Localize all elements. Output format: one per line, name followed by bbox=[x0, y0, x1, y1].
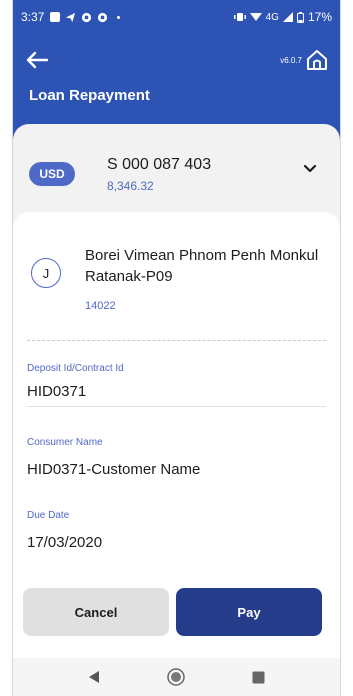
status-right: 4G 17% bbox=[233, 10, 332, 24]
account-selector[interactable]: USD S 000 087 403 8,346.32 bbox=[13, 124, 340, 212]
pay-button[interactable]: Pay bbox=[176, 588, 322, 636]
messenger-icon bbox=[98, 12, 108, 22]
customer-code: 14022 bbox=[85, 300, 116, 312]
field-value-deposit-id: HID0371 bbox=[27, 383, 87, 400]
signal-icon bbox=[282, 12, 293, 22]
account-balance: 8,346.32 bbox=[107, 179, 154, 193]
arrow-left-icon[interactable] bbox=[23, 48, 51, 72]
home-icon[interactable] bbox=[304, 47, 330, 73]
currency-badge: USD bbox=[29, 162, 75, 186]
account-number: S 000 087 403 bbox=[107, 156, 212, 173]
status-time: 3:37 bbox=[21, 10, 45, 24]
notification-icons bbox=[50, 12, 121, 23]
more-notifications-icon bbox=[117, 15, 121, 19]
field-value-due-date: 17/03/2020 bbox=[27, 534, 103, 551]
telegram-icon bbox=[66, 12, 76, 22]
app-bar: v6.0.7 Loan Repayment bbox=[13, 34, 340, 124]
page-title: Loan Repayment bbox=[29, 87, 150, 104]
circle-home-icon[interactable] bbox=[166, 667, 186, 687]
field-underline bbox=[27, 406, 326, 407]
app-version: v6.0.7 bbox=[280, 56, 302, 65]
field-label-consumer-name: Consumer Name bbox=[27, 437, 103, 448]
wifi-icon bbox=[249, 13, 262, 21]
phone-screen: 3:37 4G 17% v6.0.7 Loan Repayment USD S … bbox=[12, 0, 341, 696]
field-label-deposit-id: Deposit Id/Contract Id bbox=[27, 363, 124, 374]
avatar: J bbox=[31, 258, 61, 288]
messenger-icon bbox=[82, 12, 92, 22]
system-nav-bar bbox=[13, 658, 340, 696]
battery-icon bbox=[296, 11, 304, 23]
divider bbox=[27, 340, 326, 341]
triangle-back-icon[interactable] bbox=[84, 667, 104, 687]
chevron-down-icon[interactable] bbox=[302, 161, 318, 177]
status-bar: 3:37 4G 17% bbox=[13, 0, 340, 34]
content-sheet: USD S 000 087 403 8,346.32 J Borei Vimea… bbox=[13, 124, 340, 664]
field-label-due-date: Due Date bbox=[27, 510, 70, 521]
battery-level: 17% bbox=[307, 10, 332, 24]
square-recents-icon[interactable] bbox=[249, 667, 269, 687]
gallery-icon bbox=[50, 12, 61, 22]
customer-name: Borei Vimean Phnom Penh Monkul Ratanak-P… bbox=[85, 247, 319, 285]
field-value-consumer-name: HID0371-Customer Name bbox=[27, 461, 201, 478]
repayment-card: J Borei Vimean Phnom Penh Monkul Ratanak… bbox=[13, 212, 340, 664]
cancel-button[interactable]: Cancel bbox=[23, 588, 169, 636]
network-type: 4G bbox=[265, 11, 279, 23]
vibrate-icon bbox=[233, 13, 246, 21]
